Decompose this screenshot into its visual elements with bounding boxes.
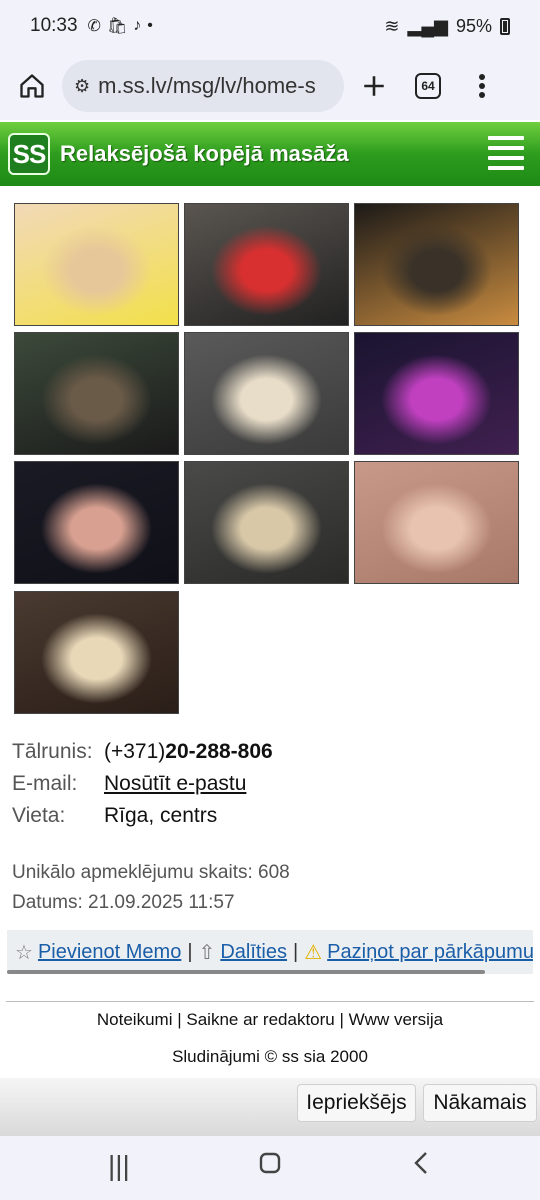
menu-icon[interactable] bbox=[488, 136, 524, 170]
phone-label: Tālrunis: bbox=[12, 740, 93, 763]
tab-count: 64 bbox=[415, 73, 441, 99]
separator: | bbox=[293, 940, 299, 963]
whatsapp-icon: ✆ bbox=[87, 18, 101, 35]
phone-number: 20-288-806 bbox=[165, 740, 273, 763]
warning-icon: ⚠ bbox=[304, 941, 323, 964]
photo-thumbnail[interactable] bbox=[354, 203, 519, 326]
copyright: Sludinājumi © ss sia 2000 bbox=[172, 1047, 368, 1066]
phone-value[interactable]: (+371)20-288-806 bbox=[104, 736, 273, 768]
site-settings-icon[interactable]: ⚙ bbox=[74, 76, 90, 97]
home-icon bbox=[20, 74, 44, 98]
email-label: E-mail: bbox=[12, 772, 78, 795]
plus-icon bbox=[364, 76, 384, 96]
address-bar[interactable]: ⚙ m.ss.lv/msg/lv/home-s bbox=[62, 60, 344, 112]
star-icon: ☆ bbox=[15, 941, 33, 964]
share-link[interactable]: Dalīties bbox=[220, 941, 287, 964]
recent-apps-icon[interactable]: ||| bbox=[108, 1150, 130, 1182]
home-button[interactable] bbox=[10, 64, 54, 108]
url-text: m.ss.lv/msg/lv/home-s bbox=[98, 73, 316, 98]
phone-prefix: (+371) bbox=[104, 740, 166, 763]
browser-menu-button[interactable] bbox=[460, 64, 504, 108]
rounded-square-icon bbox=[259, 1152, 281, 1174]
photo-thumbnail[interactable] bbox=[184, 332, 349, 455]
report-link[interactable]: Paziņot par pārkāpumu bbox=[327, 941, 533, 964]
ad-date: Datums: 21.09.2025 11:57 bbox=[12, 892, 235, 913]
email-row: E-mail: Nosūtīt e-pastu bbox=[12, 768, 273, 800]
location-row: Vieta: Rīga, centrs bbox=[12, 800, 273, 832]
send-email-link[interactable]: Nosūtīt e-pastu bbox=[104, 768, 246, 800]
separator: | bbox=[187, 940, 193, 963]
status-time: 10:33 bbox=[30, 15, 78, 36]
separator: | bbox=[339, 1010, 344, 1029]
site-header: SS Relaksējošā kopējā masāža bbox=[0, 122, 540, 186]
tiktok-icon: ♪ bbox=[133, 17, 142, 34]
tab-switcher-button[interactable]: 64 bbox=[406, 64, 450, 108]
action-bar: ☆ Pievienot Memo | ⇧ Dalīties | ⚠ Paziņo… bbox=[7, 930, 533, 974]
ss-logo[interactable]: SS bbox=[8, 133, 50, 175]
notification-icons: ✆ 🛍 ♪ • bbox=[88, 16, 153, 36]
visit-count: Unikālo apmeklējumu skaits: 608 bbox=[12, 862, 290, 883]
location-value: Rīga, centrs bbox=[104, 804, 218, 827]
chevron-left-icon bbox=[414, 1152, 427, 1174]
system-navigation: ||| bbox=[0, 1136, 540, 1200]
wifi-icon: ≋ bbox=[384, 15, 400, 36]
next-button[interactable]: Nākamais bbox=[423, 1084, 537, 1122]
ad-stats: Unikālo apmeklējumu skaits: 608 Datums: … bbox=[12, 858, 290, 918]
contact-info: Tālrunis: (+371)20-288-806 E-mail: Nosūt… bbox=[12, 736, 273, 832]
photo-thumbnail[interactable] bbox=[184, 203, 349, 326]
editor-link[interactable]: Saikne ar redaktoru bbox=[186, 1010, 334, 1029]
shopping-bag-icon: 🛍 bbox=[106, 18, 128, 35]
rules-link[interactable]: Noteikumi bbox=[97, 1010, 173, 1029]
photo-thumbnail[interactable] bbox=[14, 203, 179, 326]
photo-thumbnail[interactable] bbox=[354, 332, 519, 455]
new-tab-button[interactable] bbox=[352, 64, 396, 108]
browser-toolbar: ⚙ m.ss.lv/msg/lv/home-s 64 bbox=[0, 52, 540, 120]
photo-thumbnail[interactable] bbox=[14, 591, 179, 714]
home-nav-icon[interactable] bbox=[258, 1150, 282, 1182]
web-version-link[interactable]: Www versija bbox=[349, 1010, 443, 1029]
dot-icon: • bbox=[147, 17, 153, 34]
previous-button[interactable]: Iepriekšējs bbox=[297, 1084, 416, 1122]
photo-thumbnail[interactable] bbox=[184, 461, 349, 584]
page-title: Relaksējošā kopējā masāža bbox=[60, 141, 349, 166]
location-label: Vieta: bbox=[12, 804, 66, 827]
battery-icon bbox=[500, 17, 510, 35]
add-memo-link[interactable]: Pievienot Memo bbox=[38, 941, 181, 964]
ad-navigation: Iepriekšējs Nākamais bbox=[0, 1078, 540, 1136]
separator: | bbox=[177, 1010, 182, 1029]
horizontal-scrollbar[interactable] bbox=[7, 970, 485, 974]
back-icon[interactable] bbox=[412, 1150, 430, 1183]
footer-links: Noteikumi | Saikne ar redaktoru | Www ve… bbox=[0, 1010, 540, 1030]
more-vert-icon bbox=[479, 74, 485, 98]
battery-level: 95% bbox=[455, 15, 492, 36]
photo-thumbnail[interactable] bbox=[14, 332, 179, 455]
photo-thumbnail[interactable] bbox=[354, 461, 519, 584]
divider bbox=[6, 1001, 534, 1002]
share-icon: ⇧ bbox=[198, 941, 216, 964]
status-bar: 10:33 ✆ 🛍 ♪ • ≋ ▂▄▆ 95% bbox=[0, 0, 540, 52]
signal-icon: ▂▄▆ bbox=[407, 15, 448, 36]
photo-thumbnail[interactable] bbox=[14, 461, 179, 584]
phone-row: Tālrunis: (+371)20-288-806 bbox=[12, 736, 273, 768]
